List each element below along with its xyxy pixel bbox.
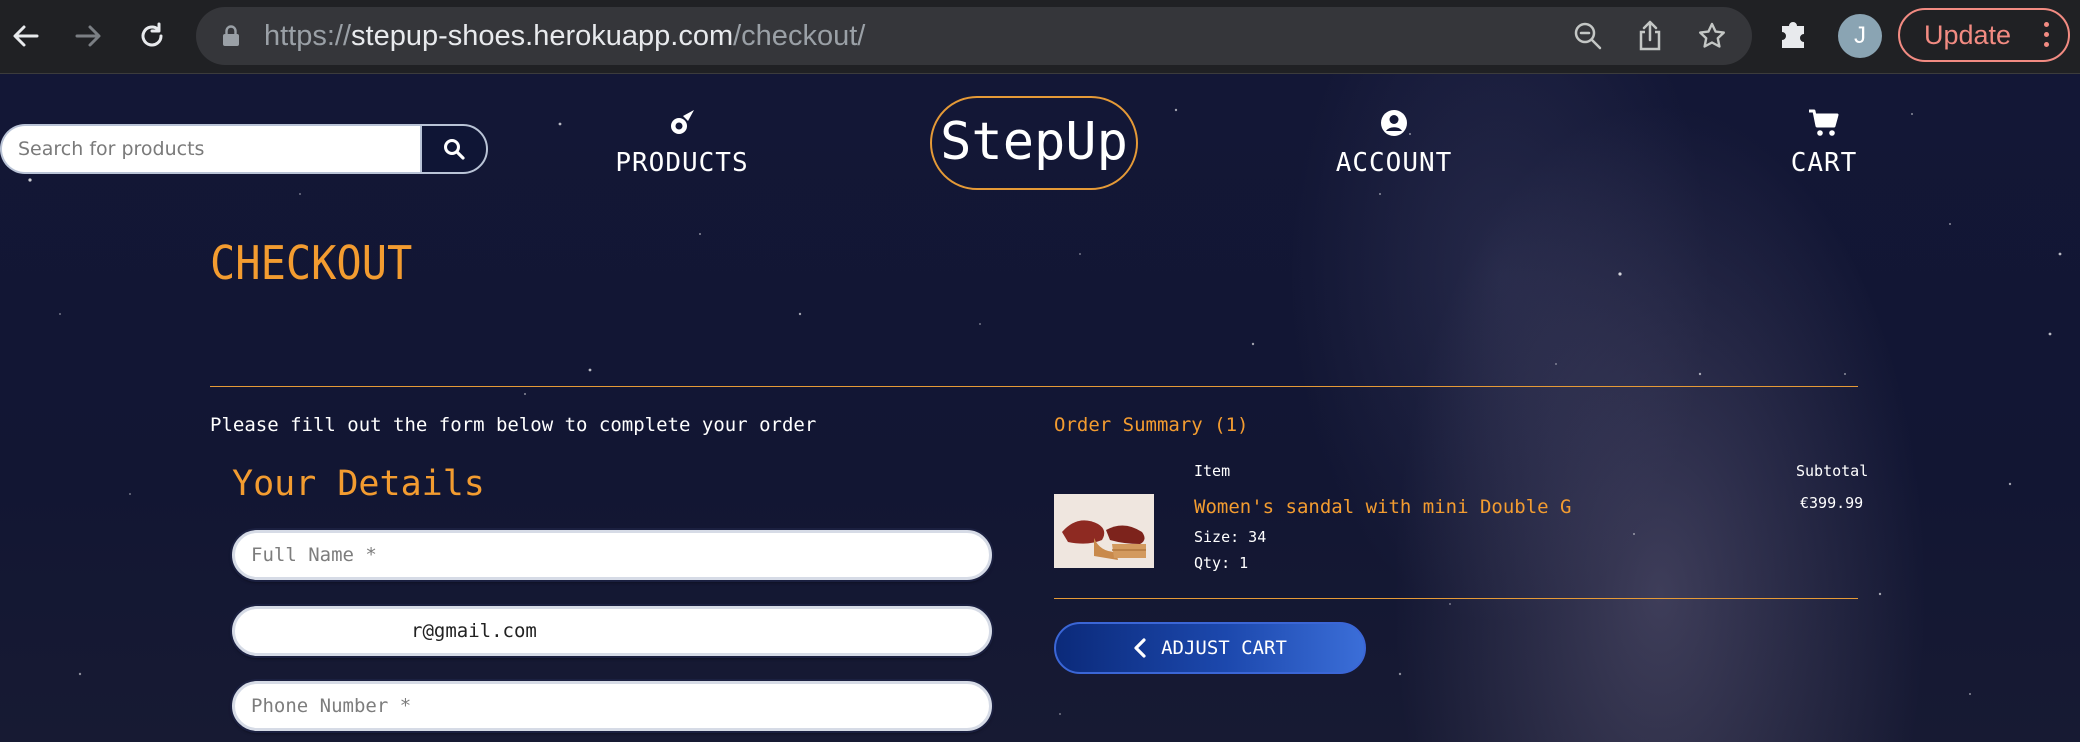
menu-dots-icon bbox=[2044, 22, 2050, 52]
search-input[interactable] bbox=[0, 124, 420, 174]
product-quantity: Qty: 1 bbox=[1194, 554, 1249, 572]
forward-arrow-icon bbox=[75, 25, 101, 47]
adjust-cart-button[interactable]: ADJUST CART bbox=[1054, 622, 1366, 674]
lock-icon bbox=[223, 25, 239, 46]
share-icon bbox=[1639, 20, 1661, 51]
nav-products-label: PRODUCTS bbox=[615, 148, 749, 178]
bookmark-button[interactable] bbox=[1692, 16, 1732, 56]
back-button[interactable] bbox=[4, 14, 48, 58]
nav-cart[interactable]: CART bbox=[1770, 108, 1878, 178]
full-name-field[interactable] bbox=[232, 530, 992, 580]
cart-icon bbox=[1809, 109, 1839, 136]
product-thumbnail[interactable] bbox=[1054, 494, 1154, 568]
summary-divider bbox=[1054, 598, 1858, 599]
profile-avatar[interactable]: J bbox=[1838, 14, 1882, 58]
stepup-logo[interactable]: StepUp bbox=[930, 96, 1138, 190]
extensions-button[interactable] bbox=[1776, 16, 1812, 56]
sandal-image bbox=[1054, 494, 1154, 568]
browser-toolbar: https://stepup-shoes.herokuapp.com/check… bbox=[0, 0, 2080, 74]
chevron-left-icon bbox=[1134, 638, 1146, 658]
page-title: CHECKOUT bbox=[210, 236, 413, 290]
nav-cart-label: CART bbox=[1790, 148, 1858, 178]
page-content: PRODUCTS StepUp ACCOUNT CART CHECKOUT Pl… bbox=[0, 74, 2080, 742]
share-button[interactable] bbox=[1630, 16, 1670, 56]
search-button[interactable] bbox=[420, 124, 488, 174]
checkout-intro-text: Please fill out the form below to comple… bbox=[210, 414, 817, 436]
zoom-out-button[interactable] bbox=[1568, 16, 1608, 56]
product-search bbox=[0, 124, 488, 174]
item-column-header: Item bbox=[1194, 462, 1231, 480]
forward-button[interactable] bbox=[66, 14, 110, 58]
user-circle-icon bbox=[1381, 110, 1407, 136]
search-icon bbox=[444, 139, 465, 160]
puzzle-icon bbox=[1782, 22, 1804, 48]
update-label: Update bbox=[1924, 20, 2012, 50]
nav-account-label: ACCOUNT bbox=[1335, 148, 1453, 178]
meteor-icon bbox=[671, 110, 694, 134]
back-arrow-icon bbox=[13, 25, 39, 47]
your-details-heading: Your Details bbox=[232, 464, 485, 504]
product-size: Size: 34 bbox=[1194, 528, 1267, 546]
star-icon bbox=[1699, 22, 1725, 48]
update-button[interactable]: Update bbox=[1898, 8, 2070, 62]
nav-account[interactable]: ACCOUNT bbox=[1322, 108, 1466, 178]
product-name[interactable]: Women's sandal with mini Double G bbox=[1194, 496, 1572, 518]
address-bar[interactable]: https://stepup-shoes.herokuapp.com/check… bbox=[196, 7, 1752, 65]
email-field[interactable] bbox=[232, 606, 992, 656]
product-subtotal: €399.99 bbox=[1800, 494, 1864, 512]
reload-button[interactable] bbox=[130, 14, 174, 58]
reload-icon bbox=[141, 22, 163, 47]
title-divider bbox=[210, 386, 1858, 387]
nav-products[interactable]: PRODUCTS bbox=[610, 108, 754, 178]
order-summary-title: Order Summary (1) bbox=[1054, 414, 1249, 436]
phone-number-field[interactable] bbox=[232, 681, 992, 731]
url-text: https://stepup-shoes.herokuapp.com/check… bbox=[264, 20, 866, 52]
zoom-out-icon bbox=[1574, 22, 1602, 50]
subtotal-column-header: Subtotal bbox=[1796, 462, 1869, 480]
adjust-cart-label: ADJUST CART bbox=[1161, 637, 1287, 659]
